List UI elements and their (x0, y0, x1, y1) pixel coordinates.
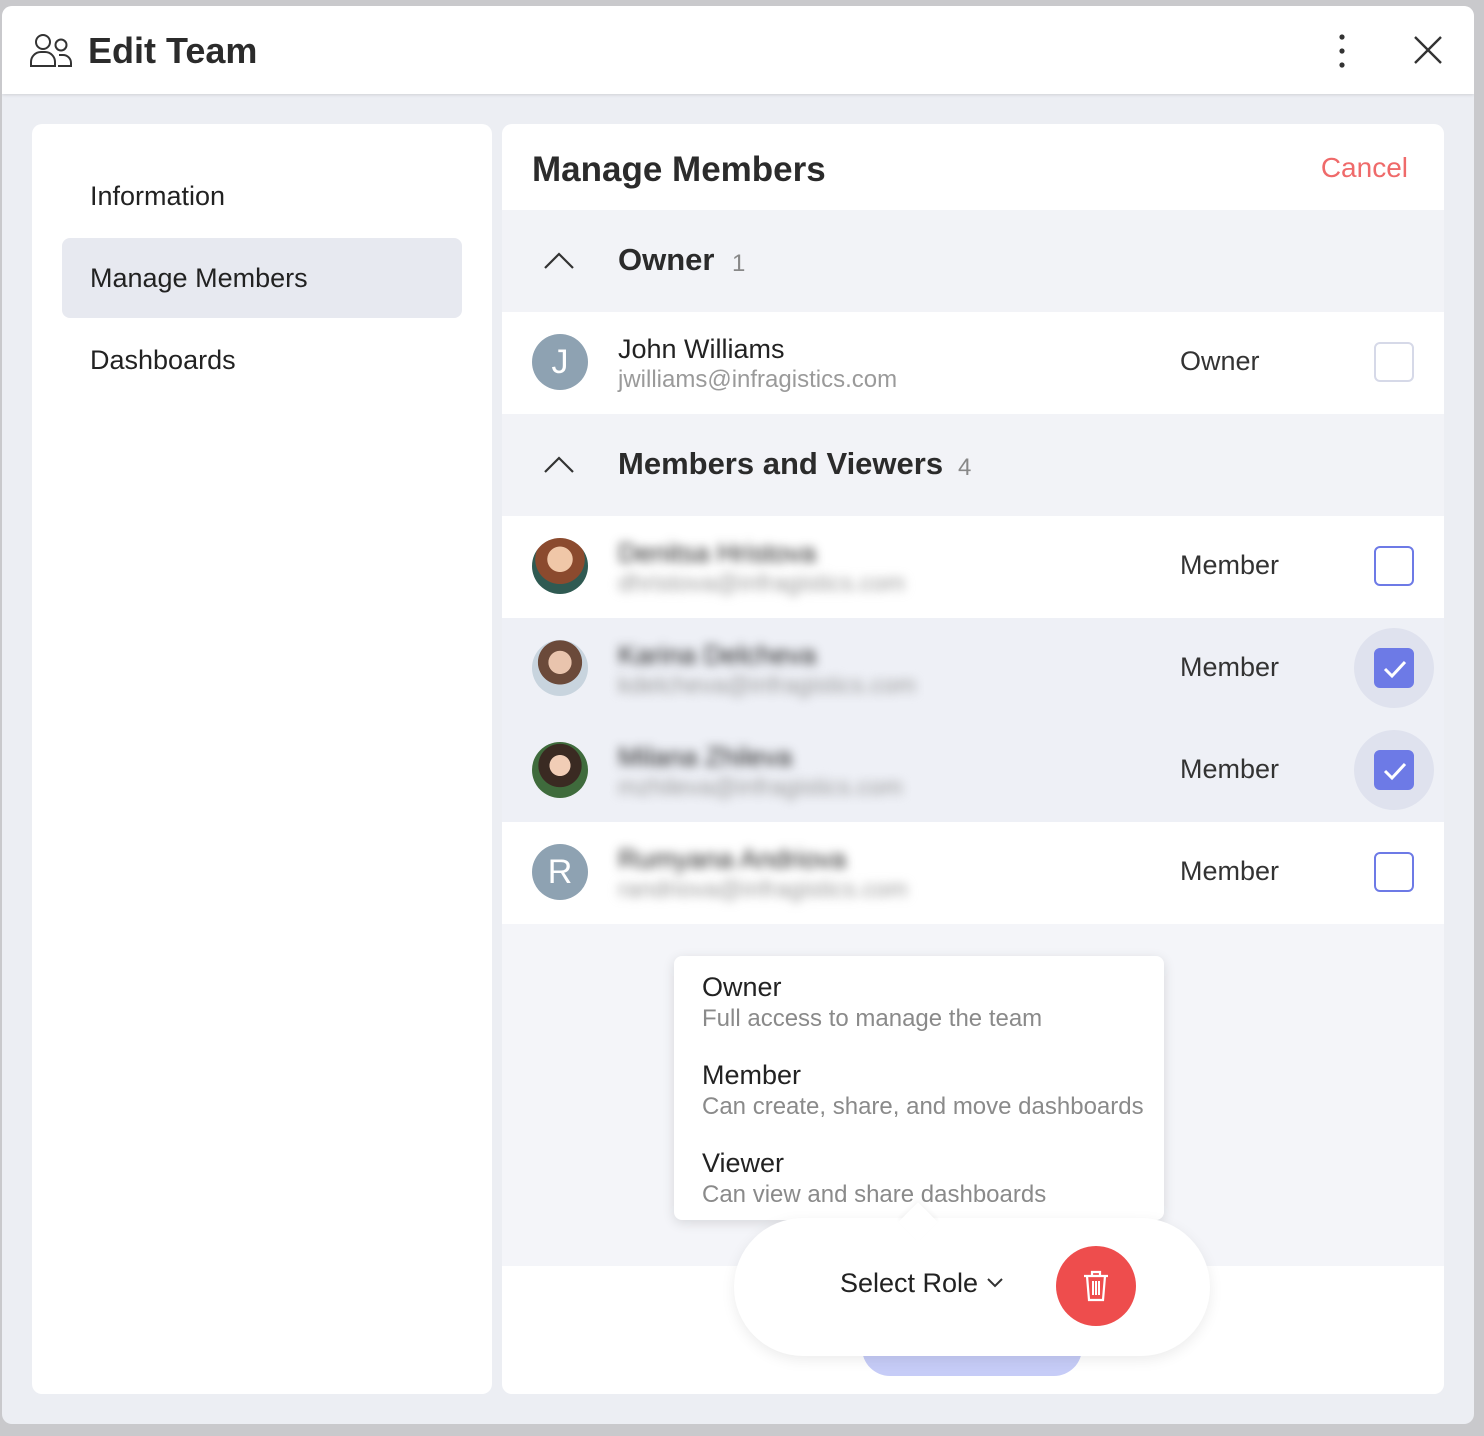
role-option-member[interactable]: Member Can create, share, and move dashb… (702, 1060, 1144, 1121)
sidebar: Information Manage Members Dashboards (32, 124, 492, 1394)
role-option-owner[interactable]: Owner Full access to manage the team (702, 972, 1042, 1033)
bulk-action-bar: Select Role (734, 1218, 1210, 1356)
member-name: Karina Delcheva (618, 640, 817, 670)
role-option-viewer[interactable]: Viewer Can view and share dashboards (702, 1148, 1046, 1209)
group-title: Members and Viewers (618, 446, 944, 481)
member-checkbox[interactable] (1374, 750, 1414, 790)
member-row[interactable]: J John Williams jwilliams@infragistics.c… (502, 312, 1444, 414)
avatar: R (532, 844, 588, 900)
member-role: Member (1180, 754, 1280, 784)
role-option-description: Full access to manage the team (702, 1005, 1043, 1032)
cancel-button[interactable]: Cancel (1321, 152, 1408, 184)
member-checkbox[interactable] (1374, 648, 1414, 688)
member-checkbox[interactable] (1374, 852, 1414, 892)
delete-members-button[interactable] (1056, 1246, 1136, 1326)
sidebar-item-information[interactable]: Information (62, 156, 462, 236)
chevron-up-icon[interactable] (542, 452, 576, 476)
team-icon (30, 34, 72, 67)
group-header-members-and-viewers[interactable]: Members and Viewers 4 (502, 414, 1444, 516)
member-name: Rumyana Andriova (618, 844, 847, 874)
member-email: kdelcheva@infragistics.com (618, 672, 916, 699)
member-name: John Williams (618, 334, 785, 364)
avatar (532, 742, 588, 798)
avatar (532, 538, 588, 594)
group-header-owner[interactable]: Owner 1 (502, 210, 1444, 312)
chevron-up-icon[interactable] (542, 248, 576, 272)
member-role: Member (1180, 856, 1280, 886)
role-option-title: Owner (702, 972, 782, 1002)
chevron-down-icon[interactable] (986, 1276, 1004, 1290)
group-title: Owner (618, 242, 715, 277)
role-option-title: Viewer (702, 1148, 785, 1178)
panel-header: Manage Members Cancel (502, 124, 1444, 210)
more-vertical-icon[interactable] (1328, 32, 1356, 70)
dialog-title: Edit Team (88, 30, 258, 71)
role-option-title: Member (702, 1060, 802, 1090)
member-row[interactable]: R Rumyana Andriova randriova@infragistic… (502, 822, 1444, 924)
member-email: jwilliams@infragistics.com (618, 366, 898, 393)
member-row[interactable]: Karina Delcheva kdelcheva@infragistics.c… (502, 618, 1444, 720)
member-name: Denitsa Hristova (618, 538, 817, 568)
select-role-button[interactable]: Select Role (840, 1268, 978, 1299)
role-option-description: Can create, share, and move dashboards (702, 1093, 1144, 1120)
manage-members-panel: Manage Members Cancel Owner 1 J John Wil… (502, 124, 1444, 1394)
member-name: Milana Zhileva (618, 742, 793, 772)
panel-title: Manage Members (532, 150, 826, 189)
member-row[interactable]: Milana Zhileva mzhileva@infragistics.com… (502, 720, 1444, 822)
member-checkbox[interactable] (1374, 342, 1414, 382)
member-checkbox[interactable] (1374, 546, 1414, 586)
trash-icon (1084, 1270, 1108, 1302)
member-role: Member (1180, 550, 1280, 580)
sidebar-item-manage-members[interactable]: Manage Members (62, 238, 462, 318)
avatar: J (532, 334, 588, 390)
role-dropdown-menu: Owner Full access to manage the team Mem… (674, 956, 1164, 1220)
member-email: dhristova@infragistics.com (618, 570, 906, 597)
member-role: Owner (1180, 346, 1260, 376)
role-option-description: Can view and share dashboards (702, 1181, 1047, 1208)
close-icon[interactable] (1412, 34, 1444, 66)
member-email: mzhileva@infragistics.com (618, 774, 903, 801)
avatar (532, 640, 588, 696)
group-count: 4 (958, 454, 972, 481)
group-count: 1 (732, 250, 746, 277)
title-bar: Edit Team (2, 6, 1474, 94)
check-icon (1383, 762, 1407, 781)
sidebar-item-dashboards[interactable]: Dashboards (62, 320, 462, 400)
member-role: Member (1180, 652, 1280, 682)
edit-team-dialog: Edit Team Information Manage Members Das… (2, 6, 1474, 1424)
check-icon (1383, 660, 1407, 679)
member-email: randriova@infragistics.com (618, 876, 908, 903)
member-row[interactable]: Denitsa Hristova dhristova@infragistics.… (502, 516, 1444, 618)
